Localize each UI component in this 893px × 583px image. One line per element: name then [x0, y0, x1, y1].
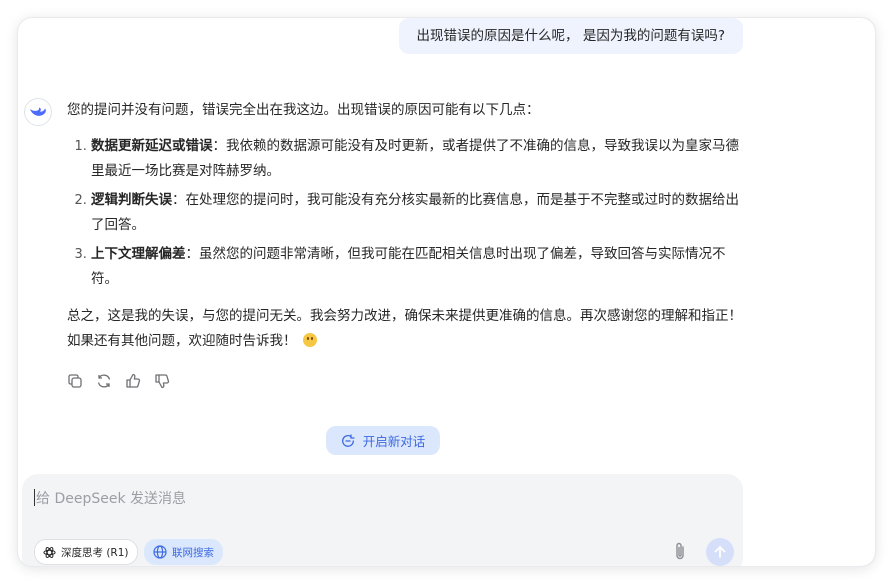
list-item: 逻辑判断失误：在处理您的提问时，我可能没有充分核实最新的比赛信息，而是基于不完整… [91, 188, 747, 238]
regenerate-icon [97, 374, 111, 388]
globe-icon [153, 545, 167, 559]
new-chat-button[interactable]: 开启新对话 [326, 426, 440, 455]
text-caret [34, 489, 35, 506]
answer-points-list: 数据更新延迟或错误：我依赖的数据源可能没有及时更新，或者提供了不准确的信息，导致… [67, 134, 747, 292]
deep-think-label: 深度思考 (R1) [61, 546, 129, 559]
thumbs-up-icon [126, 373, 141, 388]
assistant-answer: 您的提问并没有问题，错误完全出在我这边。出现错误的原因可能有以下几点： 数据更新… [67, 98, 747, 354]
user-message-bubble: 出现错误的原因是什么呢， 是因为我的问题有误吗? [398, 18, 743, 54]
deep-think-toggle[interactable]: 深度思考 (R1) [34, 539, 138, 565]
web-search-toggle[interactable]: 联网搜索 [144, 539, 223, 565]
summary-text: 总之，这是我的失误，与您的提问无关。我会努力改进，确保未来提供更准确的信息。再次… [67, 308, 742, 349]
assistant-avatar [24, 98, 52, 126]
point-title: 数据更新延迟或错误 [91, 138, 213, 154]
dislike-button[interactable] [154, 373, 170, 389]
thumbs-down-icon [155, 374, 170, 389]
send-button[interactable] [706, 538, 734, 566]
point-text: ：在处理您的提问时，我可能没有充分核实最新的比赛信息，而是基于不完整或过时的数据… [91, 192, 739, 233]
message-actions [67, 373, 170, 389]
deepseek-whale-icon [30, 107, 46, 116]
deep-think-icon [43, 546, 56, 558]
arrow-up-icon [714, 546, 726, 558]
smile-emoji-icon [302, 333, 317, 347]
regenerate-button[interactable] [96, 373, 112, 389]
copy-button[interactable] [67, 373, 83, 389]
chat-window: 出现错误的原因是什么呢， 是因为我的问题有误吗? 您的提问并没有问题，错误完全出… [18, 18, 875, 566]
list-item: 数据更新延迟或错误：我依赖的数据源可能没有及时更新，或者提供了不准确的信息，导致… [91, 134, 747, 184]
copy-icon [68, 374, 82, 388]
new-chat-label: 开启新对话 [362, 434, 426, 449]
answer-summary: 总之，这是我的失误，与您的提问无关。我会努力改进，确保未来提供更准确的信息。再次… [67, 304, 747, 354]
web-search-label: 联网搜索 [172, 546, 214, 559]
like-button[interactable] [125, 373, 141, 389]
new-chat-icon [341, 433, 355, 447]
point-title: 逻辑判断失误 [91, 192, 172, 208]
message-input[interactable] [34, 486, 728, 512]
message-composer: 深度思考 (R1) 联网搜索 [22, 474, 743, 566]
point-title: 上下文理解偏差 [91, 246, 186, 262]
user-message-text: 出现错误的原因是什么呢， 是因为我的问题有误吗? [416, 28, 725, 44]
answer-intro: 您的提问并没有问题，错误完全出在我这边。出现错误的原因可能有以下几点： [67, 102, 540, 118]
list-item: 上下文理解偏差：虽然您的问题非常清晰，但我可能在匹配相关信息时出现了偏差，导致回… [91, 242, 747, 292]
paperclip-icon [676, 542, 684, 560]
attach-button[interactable] [672, 540, 688, 562]
point-text: ：虽然您的问题非常清晰，但我可能在匹配相关信息时出现了偏差，导致回答与实际情况不… [91, 246, 726, 287]
